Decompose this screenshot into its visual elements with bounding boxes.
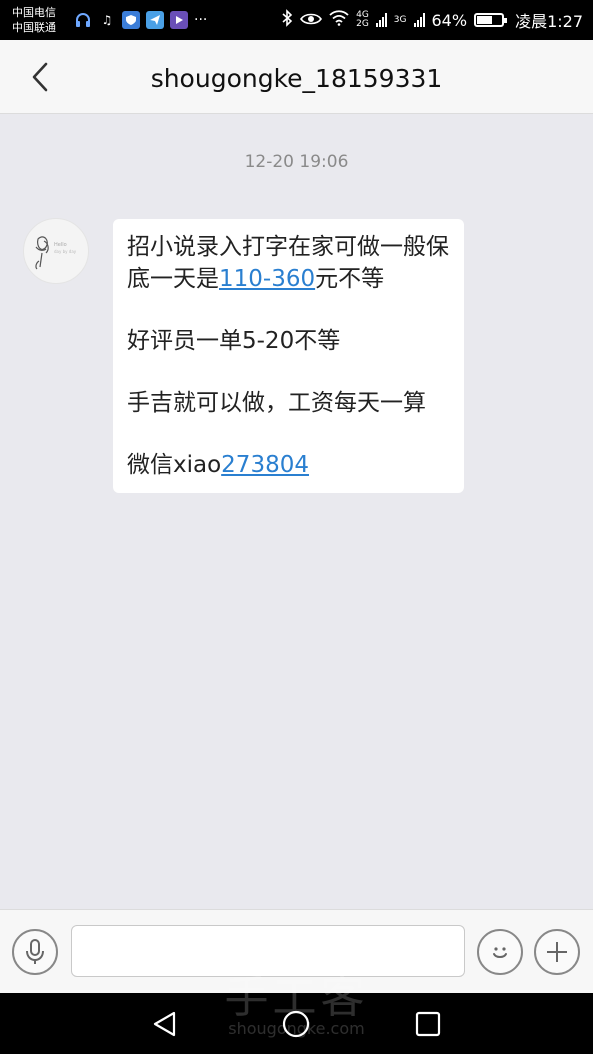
message-timestamp: 12-20 19:06 (244, 152, 349, 172)
emoji-button[interactable] (477, 929, 523, 975)
video-app-icon (170, 11, 188, 29)
smiley-icon (493, 947, 507, 958)
system-navigation-bar (0, 993, 593, 1054)
status-bar: 中国电信 中国联通 ♫ ··· 4G 2G 3G 64% 凌晨1:27 (0, 0, 593, 40)
square-recents-icon (415, 1011, 441, 1037)
signal-icon-2 (413, 13, 425, 27)
carrier-2: 中国联通 (12, 21, 56, 34)
chat-header: shougongke_18159331 (0, 40, 593, 114)
headset-icon (74, 11, 92, 29)
message-paragraph-1: 招小说录入打字在家可做一般保底一天是110-360元不等 (127, 234, 449, 292)
svg-text:Hello: Hello (54, 242, 67, 248)
clock: 凌晨1:27 (515, 12, 583, 31)
carrier-1: 中国电信 (12, 6, 56, 19)
signal-icon (375, 13, 387, 27)
message-paragraph-4: 微信xiao273804 (127, 452, 309, 478)
nav-recents-button[interactable] (409, 1005, 447, 1043)
svg-text:day by day: day by day (54, 249, 77, 254)
page-title: shougongke_18159331 (150, 64, 443, 93)
phone-number-link[interactable]: 273804 (221, 452, 309, 478)
nav-back-button[interactable] (146, 1005, 184, 1043)
battery-icon (474, 13, 508, 27)
triangle-back-icon (153, 1011, 176, 1037)
bluetooth-icon (281, 9, 293, 31)
plus-icon (547, 942, 567, 962)
message-input[interactable] (71, 925, 465, 977)
circle-home-icon (282, 1010, 310, 1038)
nav-home-button[interactable] (277, 1005, 315, 1043)
music-icon: ♫ (101, 13, 113, 27)
network-type-2: 3G (393, 14, 407, 25)
message-bubble[interactable]: 招小说录入打字在家可做一般保底一天是110-360元不等 好评员一单5-20不等… (113, 219, 464, 493)
number-link[interactable]: 110-360 (219, 266, 315, 292)
carrier-info: 中国电信 中国联通 (12, 5, 68, 35)
input-bar (0, 909, 593, 993)
message-list[interactable]: 12-20 19:06 Hello day by day 招小说录入打字在家可做… (0, 115, 593, 909)
message-paragraph-3: 手吉就可以做，工资每天一算 (127, 390, 426, 416)
avatar[interactable]: Hello day by day (23, 218, 89, 284)
battery-percent: 64% (431, 10, 468, 30)
eye-icon (300, 11, 323, 30)
voice-button[interactable] (12, 929, 58, 975)
plane-app-icon (146, 11, 164, 29)
message-paragraph-2: 好评员一单5-20不等 (127, 328, 341, 354)
microphone-icon (26, 939, 44, 964)
shield-app-icon (122, 11, 140, 29)
more-indicator: ··· (194, 12, 208, 28)
wifi-icon (329, 10, 349, 30)
network-type-1: 4G 2G (356, 10, 369, 29)
more-button[interactable] (534, 929, 580, 975)
battery-fill (477, 16, 493, 24)
